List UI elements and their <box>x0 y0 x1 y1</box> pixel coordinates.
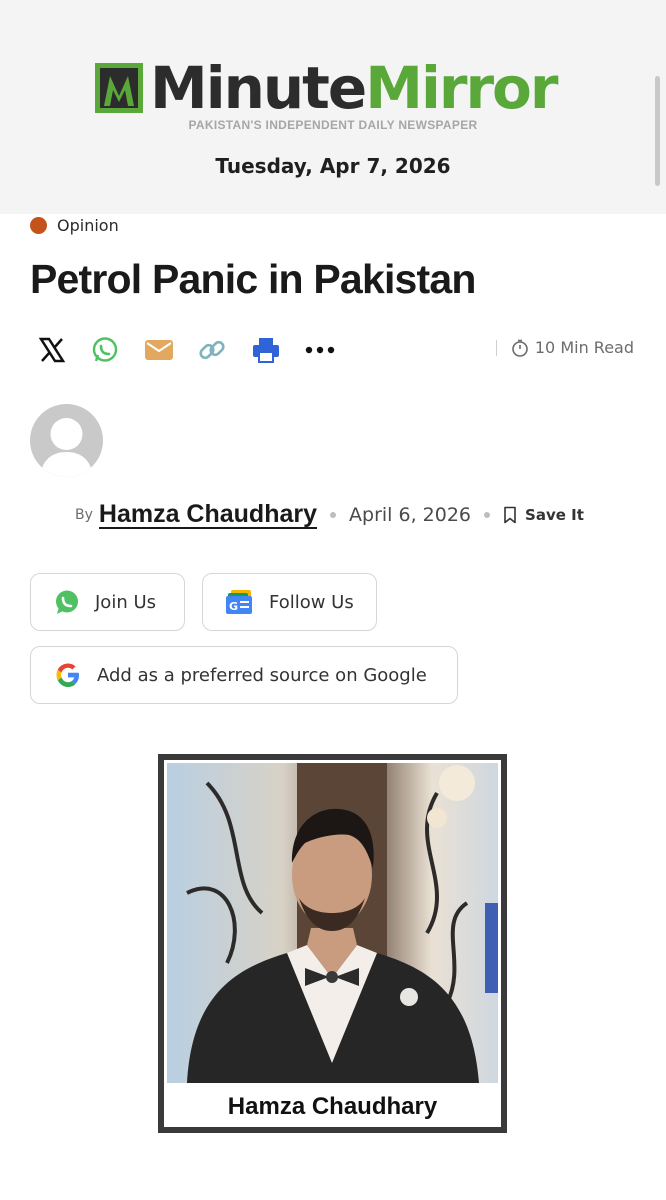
photo-caption: Hamza Chaudhary <box>227 1093 438 1120</box>
whatsapp-share-button[interactable] <box>87 332 123 368</box>
x-share-button[interactable] <box>34 332 70 368</box>
bookmark-icon <box>504 506 516 524</box>
svg-text:G: G <box>229 600 238 613</box>
byline-separator <box>484 512 491 518</box>
category-tag[interactable]: Opinion <box>30 216 119 235</box>
category-dot <box>30 217 47 234</box>
author-photo-card: Hamza Chaudhary <box>158 754 507 1133</box>
header-date: Tuesday, Apr 7, 2026 <box>215 154 451 178</box>
stopwatch-icon <box>512 339 528 357</box>
print-button[interactable] <box>248 332 284 368</box>
print-icon <box>253 338 279 363</box>
google-news-icon: G <box>226 590 252 614</box>
join-us-label: Join Us <box>95 591 157 613</box>
byline-separator <box>330 512 337 518</box>
logo-mark-icon <box>95 63 143 113</box>
author-avatar[interactable] <box>30 404 103 477</box>
email-icon <box>145 340 173 360</box>
read-time-label: 10 Min Read <box>534 338 634 357</box>
more-share-button[interactable] <box>302 332 338 368</box>
follow-us-label: Follow Us <box>269 591 354 613</box>
user-silhouette-icon <box>40 418 93 477</box>
author-link[interactable]: Hamza Chaudhary <box>98 501 318 529</box>
x-icon <box>38 337 66 363</box>
join-us-button[interactable]: Join Us <box>30 573 185 631</box>
follow-us-button[interactable]: G Follow Us <box>202 573 377 631</box>
email-share-button[interactable] <box>141 332 177 368</box>
read-time: 10 Min Read <box>495 338 634 357</box>
author-photo[interactable] <box>167 763 498 1083</box>
link-icon <box>199 340 225 360</box>
by-label: By <box>75 507 93 523</box>
article-title: Petrol Panic in Pakistan <box>30 256 476 302</box>
byline: By Hamza Chaudhary April 6, 2026 Save It <box>75 498 584 532</box>
more-icon <box>305 346 335 354</box>
google-preferred-source-label: Add as a preferred source on Google <box>97 664 427 686</box>
whatsapp-icon <box>92 337 118 362</box>
share-bar: 10 Min Read <box>34 332 644 368</box>
site-logo[interactable]: MinuteMirror <box>94 54 559 122</box>
save-button[interactable]: Save It <box>503 506 584 524</box>
logo-minute: Minute <box>150 54 367 122</box>
google-icon <box>56 663 79 687</box>
save-label: Save It <box>525 506 584 524</box>
publish-date: April 6, 2026 <box>349 504 472 526</box>
whatsapp-icon <box>56 590 78 614</box>
logo-wordmark: MinuteMirror <box>150 54 559 122</box>
logo-mirror: Mirror <box>365 54 558 122</box>
read-time-divider <box>495 339 497 356</box>
category-label: Opinion <box>57 216 119 235</box>
author-portrait-illustration <box>167 763 498 1083</box>
scrollbar[interactable] <box>655 76 660 186</box>
site-tagline: PAKISTAN'S INDEPENDENT DAILY NEWSPAPER <box>188 118 478 132</box>
site-header: MinuteMirror PAKISTAN'S INDEPENDENT DAIL… <box>0 0 666 214</box>
google-preferred-source-button[interactable]: Add as a preferred source on Google <box>30 646 458 704</box>
copy-link-button[interactable] <box>194 332 230 368</box>
